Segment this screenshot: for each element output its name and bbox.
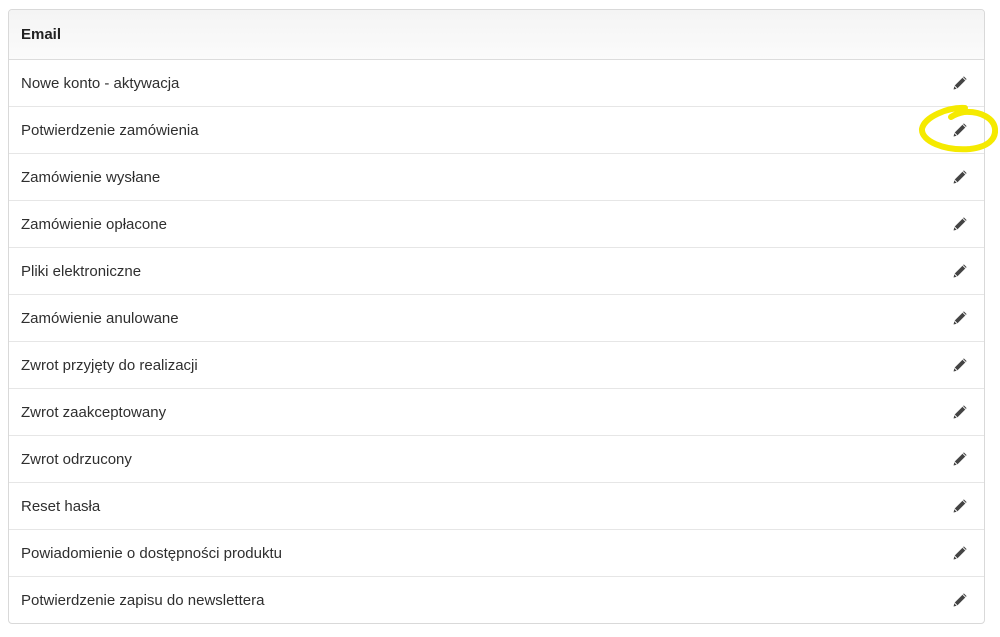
row-label: Powiadomienie o dostępności produktu <box>21 544 282 562</box>
edit-button[interactable] <box>948 72 970 94</box>
pencil-icon <box>953 263 967 277</box>
email-template-list: Nowe konto - aktywacja Potwierdzenie zam… <box>9 60 984 623</box>
pencil-icon <box>953 310 967 324</box>
pencil-icon <box>953 404 967 418</box>
edit-button[interactable] <box>948 590 970 612</box>
edit-button[interactable] <box>948 448 970 470</box>
row-label: Zamówienie opłacone <box>21 215 167 233</box>
pencil-icon <box>953 216 967 230</box>
edit-button[interactable] <box>948 166 970 188</box>
edit-button[interactable] <box>948 119 970 141</box>
table-row: Powiadomienie o dostępności produktu <box>9 530 984 577</box>
edit-button[interactable] <box>948 401 970 423</box>
table-row: Zwrot przyjęty do realizacji <box>9 342 984 389</box>
edit-button[interactable] <box>948 354 970 376</box>
row-label: Potwierdzenie zamówienia <box>21 121 199 139</box>
table-row: Zwrot zaakceptowany <box>9 389 984 436</box>
row-label: Zwrot odrzucony <box>21 450 132 468</box>
table-row: Nowe konto - aktywacja <box>9 60 984 107</box>
row-label: Zwrot przyjęty do realizacji <box>21 356 198 374</box>
email-templates-panel: Email Nowe konto - aktywacja Potwierdzen… <box>8 9 985 624</box>
table-row: Potwierdzenie zapisu do newslettera <box>9 577 984 623</box>
row-label: Zamówienie wysłane <box>21 168 161 186</box>
pencil-icon <box>953 75 967 89</box>
pencil-icon <box>953 122 967 136</box>
edit-button[interactable] <box>948 260 970 282</box>
table-row: Potwierdzenie zamówienia <box>9 107 984 154</box>
pencil-icon <box>953 451 967 465</box>
column-header-email: Email <box>21 26 62 43</box>
pencil-icon <box>953 593 967 607</box>
edit-button[interactable] <box>948 307 970 329</box>
table-row: Zamówienie wysłane <box>9 154 984 201</box>
table-row: Zwrot odrzucony <box>9 436 984 483</box>
table-row: Pliki elektroniczne <box>9 248 984 295</box>
pencil-icon <box>953 169 967 183</box>
row-label: Potwierdzenie zapisu do newslettera <box>21 592 265 609</box>
table-header: Email <box>9 10 984 60</box>
table-row: Zamówienie anulowane <box>9 295 984 342</box>
row-label: Reset hasła <box>21 497 101 515</box>
row-label: Zwrot zaakceptowany <box>21 403 167 421</box>
edit-button[interactable] <box>948 495 970 517</box>
row-label: Nowe konto - aktywacja <box>21 74 180 92</box>
row-label: Pliki elektroniczne <box>21 262 142 280</box>
pencil-icon <box>953 498 967 512</box>
table-row: Reset hasła <box>9 483 984 530</box>
row-label: Zamówienie anulowane <box>21 309 179 327</box>
edit-button[interactable] <box>948 542 970 564</box>
pencil-icon <box>953 357 967 371</box>
table-row: Zamówienie opłacone <box>9 201 984 248</box>
edit-button[interactable] <box>948 213 970 235</box>
pencil-icon <box>953 545 967 559</box>
